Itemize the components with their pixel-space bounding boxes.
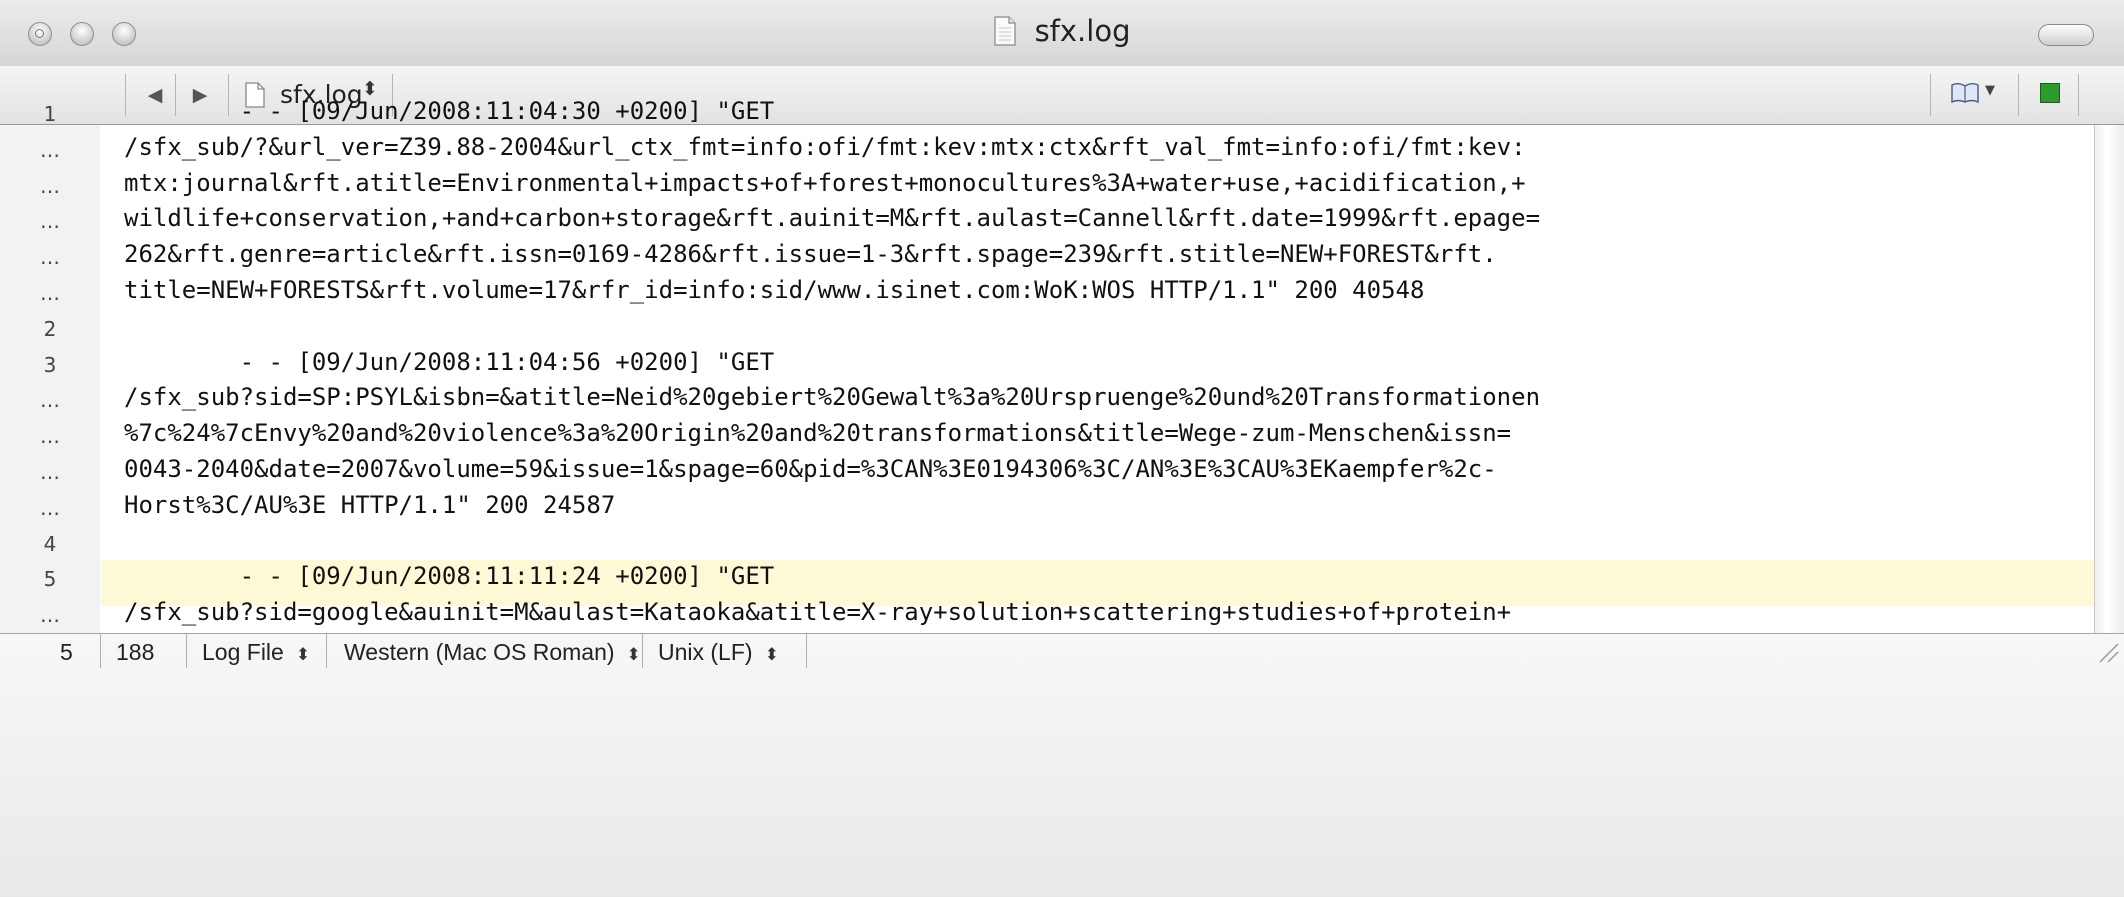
editor-line[interactable]: … 0043-2040&date=2007&volume=59&issue=1&s… — [0, 453, 2094, 490]
line-text: - - [09/Jun/2008:11:04:56 +0200] "GET — [124, 347, 775, 376]
line-number: … — [40, 495, 60, 520]
column-indicator: 188 — [116, 639, 155, 665]
resize-grip-icon[interactable] — [2094, 638, 2120, 664]
line-number: … — [40, 245, 60, 270]
window-title: sfx.log — [1034, 14, 1131, 48]
line-text: wildlife+conservation,+and+carbon+storag… — [124, 204, 1541, 233]
editor-line[interactable]: … mtx:journal&rft.atitle=Environmental+im… — [0, 167, 2094, 204]
line-number: … — [40, 281, 60, 305]
divider — [806, 634, 807, 668]
divider — [326, 634, 327, 668]
popup-arrows-icon: ⬍ — [295, 645, 311, 664]
line-number: 4 — [43, 531, 57, 556]
line-number: … — [40, 460, 60, 484]
status-bar: 5 188 Log File ⬍ Western (Mac OS Roman) ⬍ … — [0, 633, 2124, 897]
encoding-popup[interactable]: Western (Mac OS Roman) ⬍ — [344, 639, 641, 666]
syntax-mode-popup[interactable]: Log File ⬍ — [202, 639, 310, 666]
popup-arrows-icon: ⬍ — [764, 645, 779, 664]
line-text: /sfx_sub?sid=google&auinit=M&aulast=Kata… — [124, 598, 1512, 627]
line-number: … — [40, 173, 60, 198]
line-text: Horst%3C/AU%3E HTTP/1.1" 200 24587 — [124, 490, 616, 519]
line-endings-popup[interactable]: Unix (LF) ⬍ — [658, 639, 779, 666]
editor-line[interactable]: … /sfx_sub?sid=google&auinit=M&aulast=Kat… — [0, 596, 2094, 633]
line-number: 3 — [43, 352, 57, 377]
editor-line[interactable]: … %7c%24%7cEnvy%20and%20violence%3a%20Ori… — [0, 417, 2094, 454]
editor-line[interactable]: … 262&rft.genre=article&rft.issn=0169-428… — [0, 238, 2094, 275]
line-endings-label: Unix (LF) — [658, 639, 753, 665]
encoding-label: Western (Mac OS Roman) — [344, 639, 615, 665]
line-text: mtx:journal&rft.atitle=Environmental+imp… — [124, 168, 1526, 197]
line-text: %7c%24%7cEnvy%20and%20violence%3a%20Orig… — [124, 419, 1512, 448]
line-number-indicator: 5 — [60, 639, 73, 665]
vertical-scrollbar[interactable] — [2094, 125, 2124, 633]
editor-line[interactable]: … Horst%3C/AU%3E HTTP/1.1" 200 24587 — [0, 489, 2094, 526]
line-number: … — [40, 209, 60, 234]
line-text: - - [09/Jun/2008:11:11:24 +0200] "GET — [124, 562, 775, 591]
divider — [186, 634, 187, 668]
line-text: - - [09/Jun/2008:11:04:30 +0200] "GET — [124, 97, 775, 125]
line-number: 2 — [43, 316, 57, 341]
divider — [642, 634, 643, 668]
line-text: 262&rft.genre=article&rft.issn=0169-4286… — [124, 240, 1497, 269]
editor-line[interactable]: … wildlife+conservation,+and+carbon+stora… — [0, 202, 2094, 239]
toolbar-toggle-button[interactable] — [2038, 24, 2094, 46]
editor-line[interactable]: 3 - - [09/Jun/2008:11:04:56 +0200] "GET — [0, 346, 2094, 383]
editor-line[interactable]: 4 — [0, 525, 2094, 562]
editor-line[interactable]: 5 - - [09/Jun/2008:11:11:24 +0200] "GET — [0, 560, 2094, 597]
line-text: title=NEW+FORESTS&rft.volume=17&rfr_id=i… — [124, 276, 1425, 304]
line-text: /sfx_sub/?&url_ver=Z39.88-2004&url_ctx_f… — [124, 132, 1526, 161]
line-number: 1 — [43, 102, 57, 126]
document-icon — [994, 16, 1017, 46]
editor-line[interactable]: 1 - - [09/Jun/2008:11:04:30 +0200] "GET — [0, 95, 2094, 132]
editor-line[interactable]: … title=NEW+FORESTS&rft.volume=17&rfr_id=… — [0, 274, 2094, 311]
editor-line[interactable]: 2 — [0, 310, 2094, 347]
line-text: 0043-2040&date=2007&volume=59&issue=1&sp… — [124, 455, 1497, 483]
editor-line[interactable]: … /sfx_sub/?&url_ver=Z39.88-2004&url_ctx_… — [0, 131, 2094, 168]
syntax-mode-label: Log File — [202, 639, 284, 665]
editor-line[interactable]: … /sfx_sub?sid=SP:PSYL&isbn=&atitle=Neid%… — [0, 381, 2094, 418]
popup-arrows-icon: ⬍ — [626, 645, 641, 664]
line-number: 5 — [43, 567, 57, 592]
line-number: … — [40, 388, 60, 413]
title-bar[interactable]: sfx.log — [0, 0, 2124, 67]
line-text: /sfx_sub?sid=SP:PSYL&isbn=&atitle=Neid%2… — [124, 383, 1541, 412]
line-number: … — [40, 424, 60, 449]
line-number: … — [40, 137, 60, 162]
divider — [100, 634, 101, 668]
line-number: … — [40, 603, 60, 628]
